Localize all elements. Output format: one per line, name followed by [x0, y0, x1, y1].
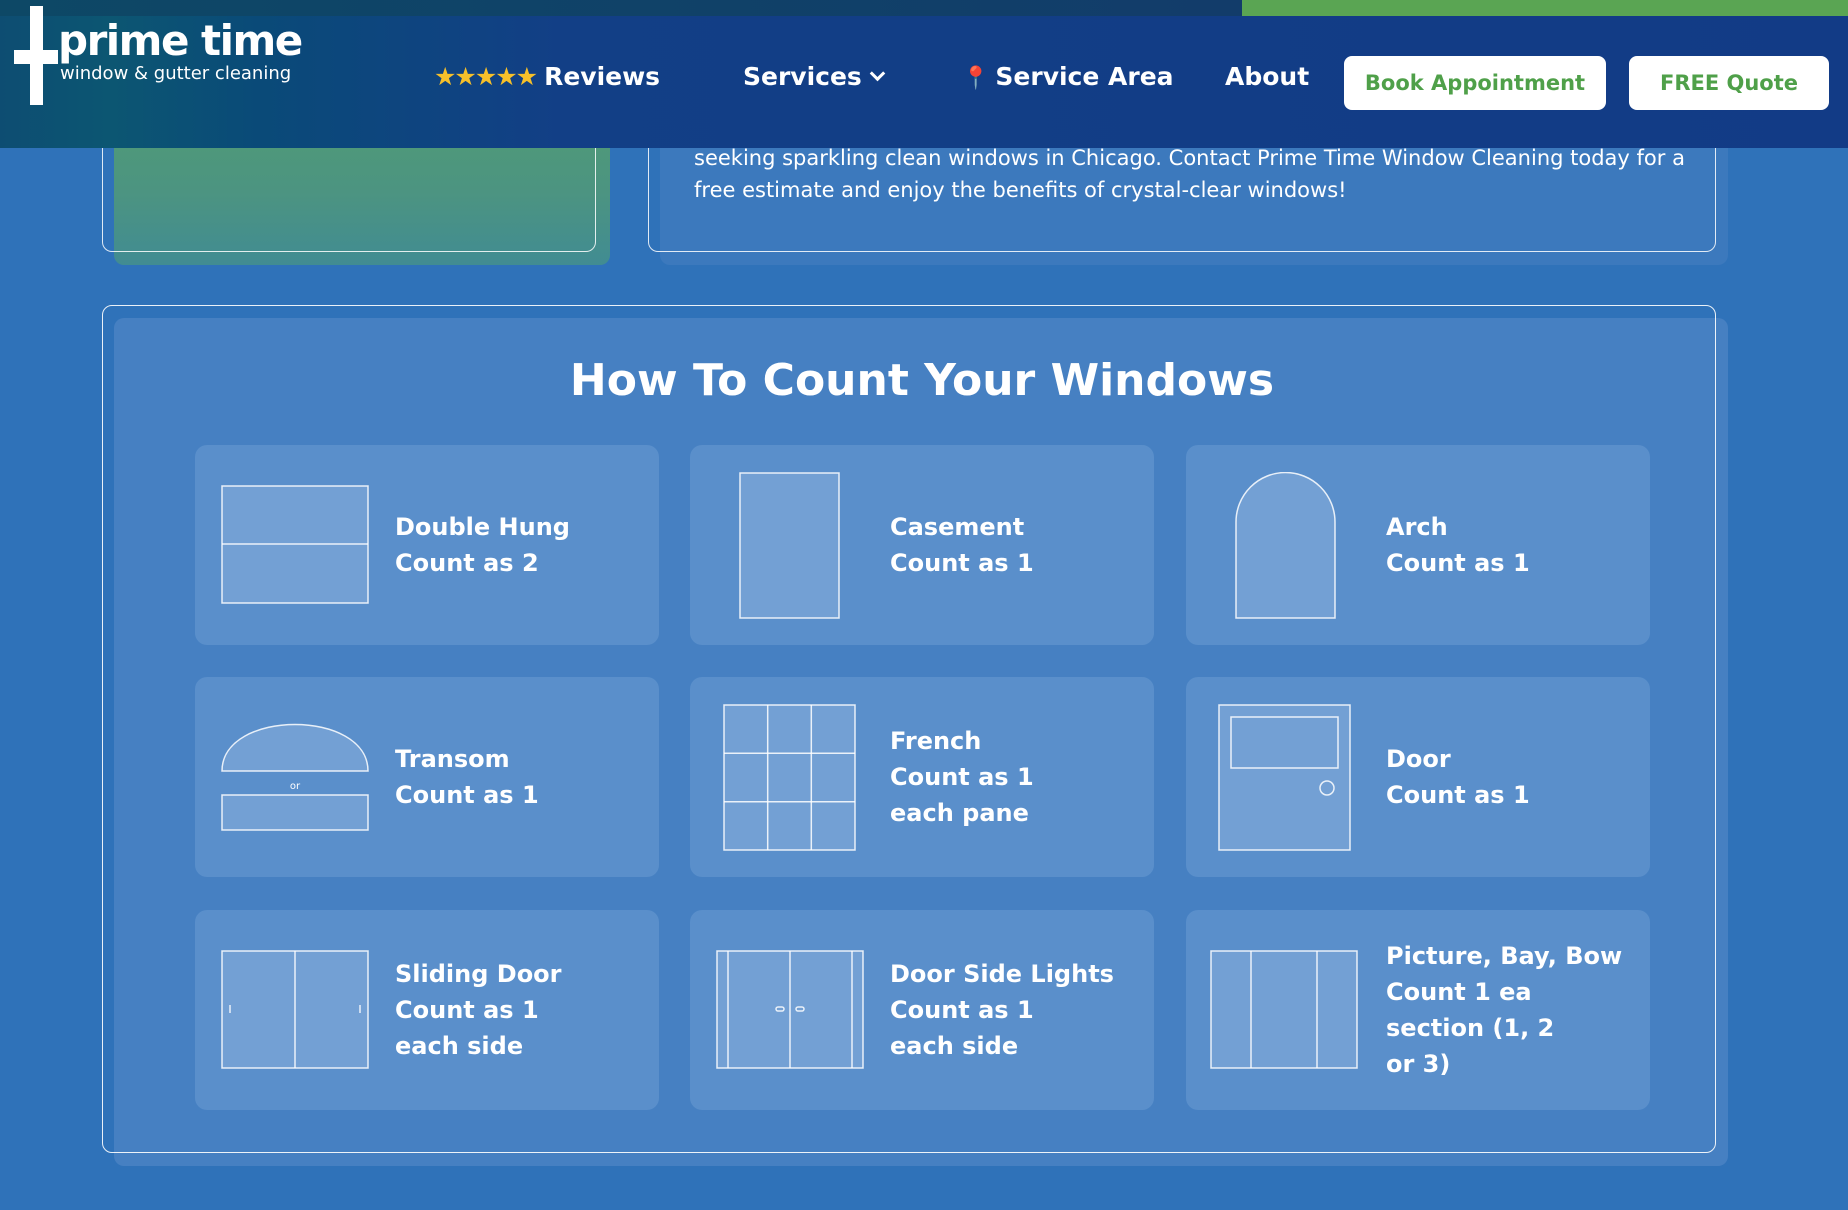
card-label: Transom Count as 1 — [395, 677, 645, 877]
arch-window-icon — [1235, 472, 1336, 619]
card-sliding-door: Sliding Door Count as 1 each side — [195, 910, 659, 1110]
card-title: Double Hung — [395, 513, 570, 541]
card-title: Arch — [1386, 513, 1448, 541]
card-label: Sliding Door Count as 1 each side — [395, 910, 645, 1110]
card-count: Count as 1 — [1386, 549, 1530, 577]
picture-bay-bow-window-icon — [1210, 950, 1358, 1069]
card-count-detail: each side — [890, 1032, 1019, 1060]
card-label: Door Side Lights Count as 1 each side — [890, 910, 1140, 1110]
transom-or-text: or — [290, 781, 301, 792]
card-label: French Count as 1 each pane — [890, 677, 1140, 877]
card-count-detail: section (1, 2 — [1386, 1014, 1555, 1042]
map-pin-icon: 📍 — [962, 66, 990, 91]
free-quote-button[interactable]: FREE Quote — [1629, 56, 1829, 110]
nav-about[interactable]: About — [1225, 60, 1309, 94]
intro-text: seeking sparkling clean windows in Chica… — [694, 146, 1685, 202]
card-casement: Casement Count as 1 — [690, 445, 1154, 645]
card-count: Count 1 ea — [1386, 978, 1532, 1006]
nav-about-label: About — [1225, 62, 1310, 91]
card-count: Count as 1 — [395, 996, 539, 1024]
french-window-icon — [723, 704, 856, 851]
card-title: Sliding Door — [395, 960, 562, 988]
card-title: French — [890, 727, 982, 755]
card-door: Door Count as 1 — [1186, 677, 1650, 877]
card-picture-bay-bow: Picture, Bay, Bow Count 1 ea section (1,… — [1186, 910, 1650, 1110]
nav-services-label: Services — [743, 62, 862, 91]
card-french: French Count as 1 each pane — [690, 677, 1154, 877]
card-count: Count as 1 — [1386, 781, 1530, 809]
nav-services[interactable]: Services — [743, 60, 886, 94]
card-title: Casement — [890, 513, 1025, 541]
card-double-hung: Double Hung Count as 2 — [195, 445, 659, 645]
site-header: prime time window & gutter cleaning ★★★★… — [0, 0, 1848, 148]
nav-service-area-label: Service Area — [995, 62, 1174, 91]
nav-reviews-label: Reviews — [544, 62, 661, 91]
card-count-detail-2: or 3) — [1386, 1050, 1451, 1078]
card-arch: Arch Count as 1 — [1186, 445, 1650, 645]
nav-service-area[interactable]: 📍 Service Area — [962, 60, 1174, 94]
card-count: Count as 1 — [890, 996, 1034, 1024]
book-appointment-button[interactable]: Book Appointment — [1344, 56, 1606, 110]
card-count: Count as 1 — [890, 549, 1034, 577]
card-label: Picture, Bay, Bow Count 1 ea section (1,… — [1386, 910, 1636, 1110]
door-side-lights-icon — [716, 950, 864, 1069]
card-title: Picture, Bay, Bow — [1386, 942, 1623, 970]
card-title: Transom — [395, 745, 510, 773]
double-hung-window-icon — [221, 485, 369, 604]
card-door-side-lights: Door Side Lights Count as 1 each side — [690, 910, 1154, 1110]
chevron-down-icon — [869, 65, 886, 82]
card-count: Count as 2 — [395, 549, 539, 577]
card-label: Double Hung Count as 2 — [395, 445, 645, 645]
logo-tagline: window & gutter cleaning — [60, 63, 292, 84]
logo-mark-horizontal — [14, 50, 58, 64]
nav-reviews[interactable]: ★★★★★ Reviews — [434, 60, 660, 94]
card-title: Door Side Lights — [890, 960, 1114, 988]
card-label: Casement Count as 1 — [890, 445, 1140, 645]
casement-window-icon — [739, 472, 840, 619]
card-count: Count as 1 — [890, 763, 1034, 791]
logo-name: prime time — [58, 16, 303, 65]
card-label: Arch Count as 1 — [1386, 445, 1636, 645]
transom-window-icon: or — [221, 723, 369, 831]
section-title: How To Count Your Windows — [569, 355, 1275, 406]
door-icon — [1218, 704, 1351, 851]
five-star-icon: ★★★★★ — [434, 62, 538, 91]
card-title: Door — [1386, 745, 1451, 773]
card-count: Count as 1 — [395, 781, 539, 809]
logo[interactable]: prime time window & gutter cleaning — [14, 6, 314, 106]
card-count-detail: each pane — [890, 799, 1029, 827]
card-label: Door Count as 1 — [1386, 677, 1636, 877]
card-transom: or Transom Count as 1 — [195, 677, 659, 877]
sliding-door-icon — [221, 950, 369, 1069]
card-count-detail: each side — [395, 1032, 524, 1060]
